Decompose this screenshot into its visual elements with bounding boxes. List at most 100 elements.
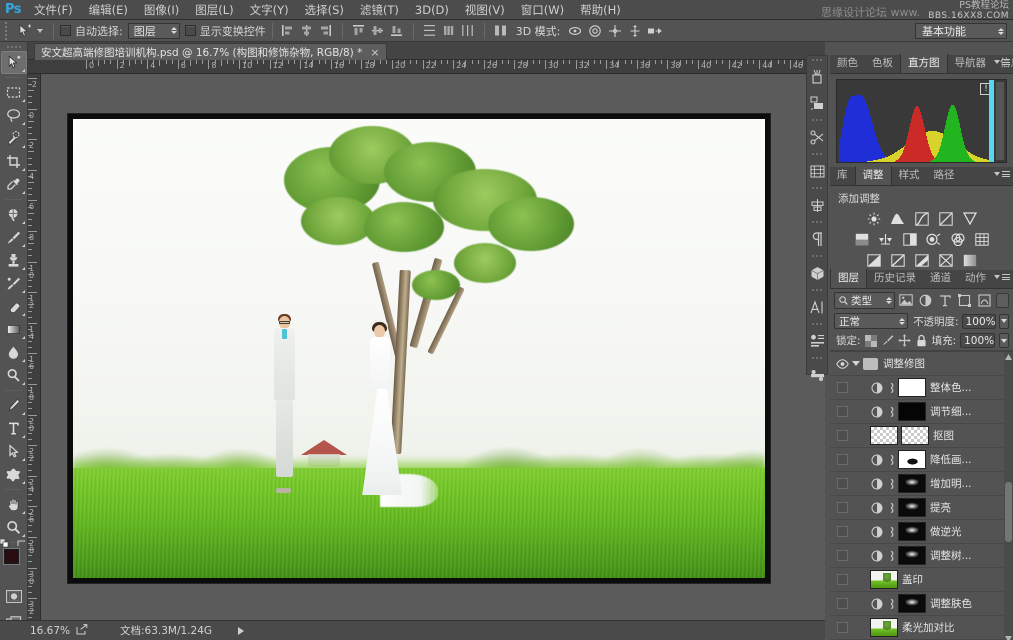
menu-item-6[interactable]: 滤镜(T) <box>352 0 407 20</box>
opacity-value[interactable]: 100% <box>961 313 997 329</box>
distribute-top-button[interactable] <box>421 22 439 40</box>
panel-tab-adjust-1[interactable]: 调整 <box>854 166 892 185</box>
filter-type-icon[interactable] <box>938 292 954 308</box>
crop-tool[interactable] <box>1 150 27 173</box>
filter-smart-icon[interactable] <box>977 292 993 308</box>
mini-dock-grip[interactable] <box>807 56 827 64</box>
fill-value[interactable]: 100% <box>960 333 995 348</box>
roll-3d-icon[interactable] <box>586 22 603 39</box>
options-bar-grip[interactable] <box>2 21 10 40</box>
menu-item-9[interactable]: 窗口(W) <box>513 0 572 20</box>
mini-dock-grip[interactable] <box>807 286 827 294</box>
eye-icon[interactable] <box>832 478 852 489</box>
pen-tool[interactable] <box>1 394 27 417</box>
move-tool[interactable] <box>0 51 27 74</box>
zoom-tool[interactable] <box>1 516 27 539</box>
panel-tab-top-3[interactable]: 导航器 <box>948 54 994 73</box>
photo-filter-icon[interactable] <box>925 232 942 247</box>
align-icon[interactable] <box>807 192 827 218</box>
layer-row[interactable]: 提亮 <box>830 496 1013 520</box>
blur-tool[interactable] <box>1 341 27 364</box>
horizontal-ruler[interactable]: 0 2 4 6 8 10 12 14 16 18 20 22 24 26 28 30 32 34 36 38 40 42 4… <box>40 60 825 74</box>
path-selection-tool[interactable] <box>1 440 27 463</box>
shape-tool[interactable] <box>1 463 27 486</box>
filter-pixel-icon[interactable] <box>899 292 915 308</box>
layer-thumbnail[interactable] <box>870 426 898 445</box>
tool-preset-picker[interactable] <box>10 22 47 40</box>
layer-row[interactable]: 调节细... <box>830 400 1013 424</box>
align-right-edges-button[interactable] <box>317 22 335 40</box>
gradient-tool[interactable] <box>1 318 27 341</box>
exposure-icon[interactable] <box>937 211 954 226</box>
layer-thumbnail[interactable] <box>870 570 898 589</box>
layer-thumbnail[interactable] <box>898 546 926 565</box>
rotate-3d-icon[interactable] <box>566 22 583 39</box>
close-icon[interactable]: × <box>370 46 379 59</box>
layer-thumbnail[interactable] <box>898 402 926 421</box>
layer-filter-toggle[interactable] <box>996 292 1010 308</box>
mask-link-icon[interactable] <box>886 405 895 418</box>
layer-thumbnail[interactable] <box>898 594 926 613</box>
scroll-up-icon[interactable] <box>1005 353 1012 361</box>
scrollbar-thumb[interactable] <box>1005 482 1012 542</box>
paragraph-icon[interactable] <box>807 226 827 252</box>
posterize-icon[interactable] <box>889 253 906 268</box>
layer-thumbnail[interactable] <box>898 474 926 493</box>
panel-tab-layers-1[interactable]: 历史记录 <box>867 269 923 288</box>
mini-dock-grip[interactable] <box>807 354 827 362</box>
align-left-edges-button[interactable] <box>279 22 297 40</box>
invert-icon[interactable] <box>865 253 882 268</box>
menu-item-10[interactable]: 帮助(H) <box>572 0 629 20</box>
timeline-icon[interactable] <box>807 158 827 184</box>
lock-all-icon[interactable] <box>915 334 928 348</box>
history-brush-tool[interactable] <box>1 272 27 295</box>
layer-row[interactable]: 调整树... <box>830 544 1013 568</box>
layer-thumbnail[interactable] <box>898 522 926 541</box>
canvas-area[interactable] <box>41 74 825 620</box>
vertical-ruler[interactable]: -20246810121416182022242628303234 <box>28 74 41 620</box>
align-top-edges-button[interactable] <box>350 22 368 40</box>
eye-icon[interactable] <box>832 430 852 441</box>
pan-3d-icon[interactable] <box>606 22 623 39</box>
clone-stamp-tool[interactable] <box>1 249 27 272</box>
menu-item-4[interactable]: 文字(Y) <box>242 0 297 20</box>
document-canvas[interactable] <box>68 114 770 583</box>
distribute-bottom-button[interactable] <box>459 22 477 40</box>
layer-thumbnail[interactable] <box>898 498 926 517</box>
black-white-icon[interactable] <box>901 232 918 247</box>
notes-icon[interactable] <box>807 362 827 388</box>
dodge-tool[interactable] <box>1 364 27 387</box>
auto-select-target-dropdown[interactable]: 图层 <box>127 22 180 39</box>
eye-icon[interactable] <box>832 526 852 537</box>
scroll-down-icon[interactable] <box>1005 635 1012 640</box>
filter-adjustment-icon[interactable] <box>918 292 934 308</box>
eye-icon[interactable] <box>832 382 852 393</box>
layer-row[interactable]: 降低画... <box>830 448 1013 472</box>
color-lookup-icon[interactable] <box>973 232 990 247</box>
eye-icon[interactable] <box>832 598 852 609</box>
menu-item-3[interactable]: 图层(L) <box>187 0 241 20</box>
quick-mask-toggle[interactable] <box>1 585 27 608</box>
align-bottom-edges-button[interactable] <box>388 22 406 40</box>
mask-link-icon[interactable] <box>886 597 895 610</box>
menu-item-2[interactable]: 图像(I) <box>136 0 187 20</box>
layer-thumbnail[interactable] <box>898 450 926 469</box>
show-transform-checkbox[interactable] <box>184 25 196 36</box>
align-vertical-centers-button[interactable] <box>369 22 387 40</box>
eye-icon[interactable] <box>832 358 852 369</box>
menu-item-8[interactable]: 视图(V) <box>457 0 513 20</box>
eye-icon[interactable] <box>832 406 852 417</box>
histogram-graph[interactable]: ! <box>836 79 1007 163</box>
brightness-contrast-icon[interactable] <box>865 211 882 226</box>
mini-dock-grip[interactable] <box>807 150 827 158</box>
mini-dock-grip[interactable] <box>807 252 827 260</box>
adjustments-icon[interactable] <box>807 124 827 150</box>
3d-icon[interactable] <box>807 260 827 286</box>
eye-icon[interactable] <box>832 574 852 585</box>
brush-panel-icon[interactable] <box>807 64 827 90</box>
color-balance-icon[interactable] <box>877 232 894 247</box>
layer-mask-thumbnail[interactable] <box>901 426 929 445</box>
menu-item-5[interactable]: 选择(S) <box>297 0 352 20</box>
mask-link-icon[interactable] <box>886 501 895 514</box>
distribute-center-button[interactable] <box>440 22 458 40</box>
